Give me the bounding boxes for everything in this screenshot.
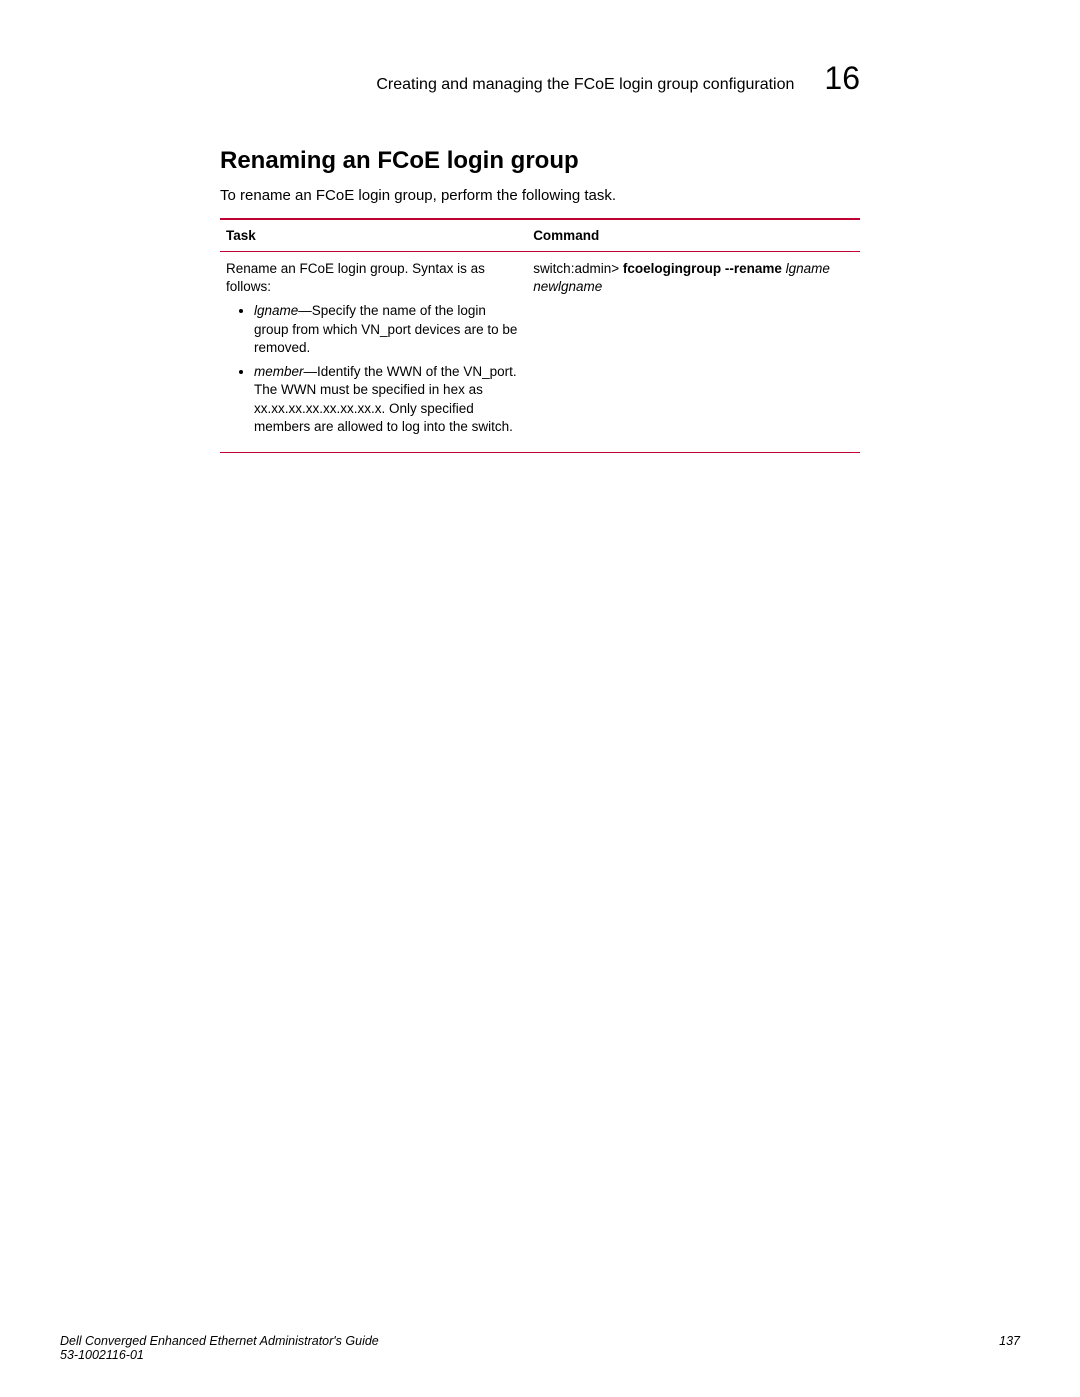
footer-docid: 53-1002116-01 (60, 1348, 379, 1362)
task-intro: Rename an FCoE login group. Syntax is as… (226, 261, 485, 294)
cmd-name: fcoelogingroup --rename (623, 261, 782, 276)
bullet-term: member (254, 364, 304, 379)
task-cell: Rename an FCoE login group. Syntax is as… (220, 252, 527, 453)
table-row: Rename an FCoE login group. Syntax is as… (220, 252, 860, 453)
cmd-prefix: switch:admin> (533, 261, 623, 276)
running-head-text: Creating and managing the FCoE login gro… (376, 76, 794, 94)
footer-title: Dell Converged Enhanced Ethernet Adminis… (60, 1334, 379, 1348)
list-item: lgname—Specify the name of the login gro… (254, 302, 521, 357)
section-title: Renaming an FCoE login group (220, 147, 860, 175)
chapter-number: 16 (824, 60, 860, 97)
page-number: 137 (999, 1334, 1020, 1362)
table-header-task: Task (220, 219, 527, 252)
table-header-command: Command (527, 219, 860, 252)
section-intro: To rename an FCoE login group, perform t… (220, 187, 860, 204)
command-table: Task Command Rename an FCoE login group.… (220, 218, 860, 453)
running-header: Creating and managing the FCoE login gro… (220, 60, 860, 97)
command-cell: switch:admin> fcoelogingroup --rename lg… (527, 252, 860, 453)
syntax-list: lgname—Specify the name of the login gro… (226, 302, 521, 436)
bullet-term: lgname (254, 303, 298, 318)
list-item: member—Identify the WWN of the VN_port. … (254, 363, 521, 436)
page-footer: Dell Converged Enhanced Ethernet Adminis… (60, 1334, 1020, 1362)
